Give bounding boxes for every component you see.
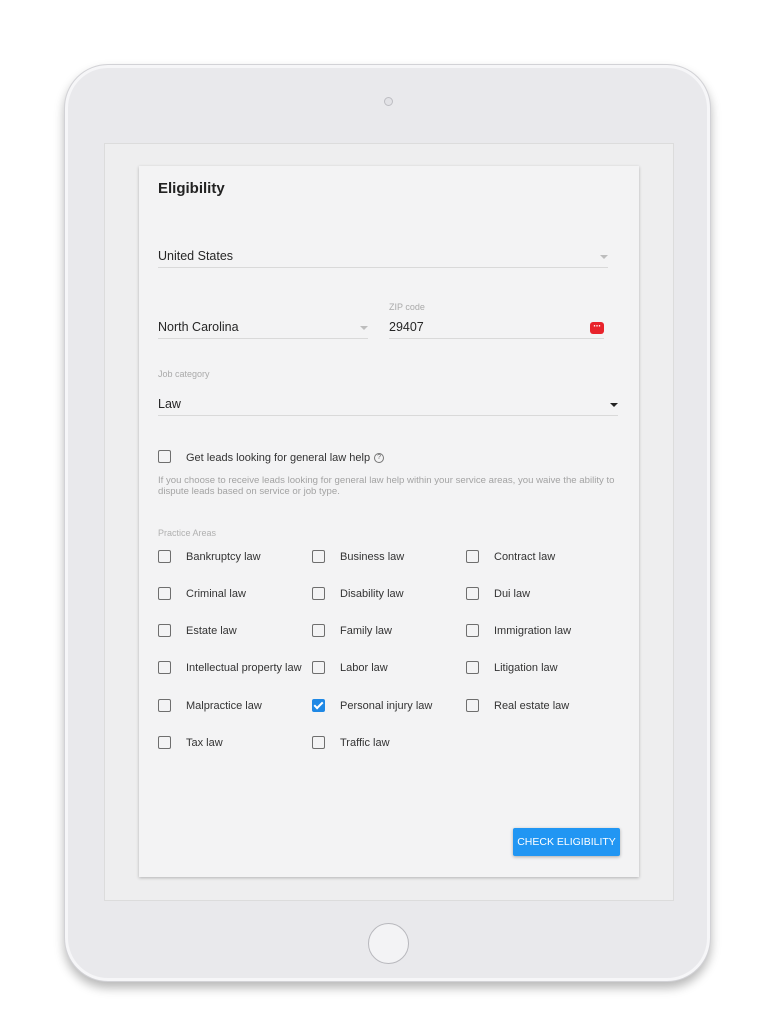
practice-area-checkbox[interactable] [312, 699, 325, 712]
practice-area-checkbox[interactable] [312, 550, 325, 563]
check-eligibility-button[interactable]: CHECK ELIGIBILITY [513, 828, 620, 856]
practice-area-label: Malpractice law [186, 700, 262, 712]
caret-down-icon [610, 403, 618, 407]
practice-area-checkbox[interactable] [158, 550, 171, 563]
practice-area-checkbox[interactable] [158, 699, 171, 712]
practice-area-label: Criminal law [186, 588, 246, 600]
practice-area-label: Dui law [494, 588, 531, 600]
caret-down-icon [360, 326, 368, 330]
help-circle-icon[interactable]: ? [374, 453, 385, 464]
practice-area-checkbox[interactable] [158, 587, 171, 600]
zip-input[interactable]: 29407 ··· [389, 315, 604, 339]
practice-area-checkbox[interactable] [158, 736, 171, 749]
state-select[interactable]: North Carolina [158, 315, 368, 339]
zip-label: ZIP code [389, 302, 425, 312]
home-button[interactable] [368, 923, 409, 964]
practice-area-label: Labor law [340, 662, 388, 674]
practice-area-label: Family law [340, 625, 392, 637]
practice-area-checkbox[interactable] [312, 661, 325, 674]
camera-icon [384, 97, 393, 106]
caret-down-icon [600, 255, 608, 259]
state-select-value: North Carolina [158, 320, 239, 334]
practice-area-checkbox[interactable] [466, 624, 479, 637]
practice-area-label: Contract law [494, 551, 556, 563]
general-help-row: Get leads looking for general law help? [186, 452, 385, 464]
practice-area-label: Litigation law [494, 662, 558, 674]
practice-area-label: Business law [340, 551, 405, 563]
practice-area-label: Bankruptcy law [186, 551, 261, 563]
practice-area-checkbox[interactable] [158, 624, 171, 637]
practice-area-checkbox[interactable] [466, 587, 479, 600]
page-title: Eligibility [158, 180, 225, 197]
practice-area-label: Intellectual property law [186, 662, 302, 674]
practice-area-label: Disability law [340, 588, 404, 600]
practice-area-checkbox[interactable] [466, 699, 479, 712]
practice-area-checkbox[interactable] [158, 661, 171, 674]
practice-area-label: Tax law [186, 737, 223, 749]
practice-area-checkbox[interactable] [312, 624, 325, 637]
country-select-value: United States [158, 249, 234, 263]
job-category-select[interactable]: Law [158, 392, 618, 416]
general-help-checkbox[interactable] [158, 450, 171, 463]
job-category-value: Law [158, 397, 181, 411]
practice-area-label: Real estate law [494, 700, 570, 712]
practice-area-label: Estate law [186, 625, 237, 637]
general-help-label: Get leads looking for general law help [186, 452, 371, 464]
practice-area-label: Immigration law [494, 625, 572, 637]
practice-area-checkbox[interactable] [312, 736, 325, 749]
password-manager-icon[interactable]: ··· [590, 322, 604, 334]
zip-value: 29407 [389, 320, 424, 334]
job-category-label: Job category [158, 369, 210, 379]
country-select[interactable]: United States [158, 244, 608, 268]
practice-area-checkbox[interactable] [466, 661, 479, 674]
practice-area-label: Traffic law [340, 737, 390, 749]
practice-areas-label: Practice Areas [158, 528, 217, 538]
practice-area-checkbox[interactable] [312, 587, 325, 600]
eligibility-card: Eligibility United States North Carolina… [139, 166, 639, 877]
practice-area-label: Personal injury law [340, 700, 433, 712]
general-help-disclaimer: If you choose to receive leads looking f… [158, 475, 615, 497]
practice-area-checkbox[interactable] [466, 550, 479, 563]
